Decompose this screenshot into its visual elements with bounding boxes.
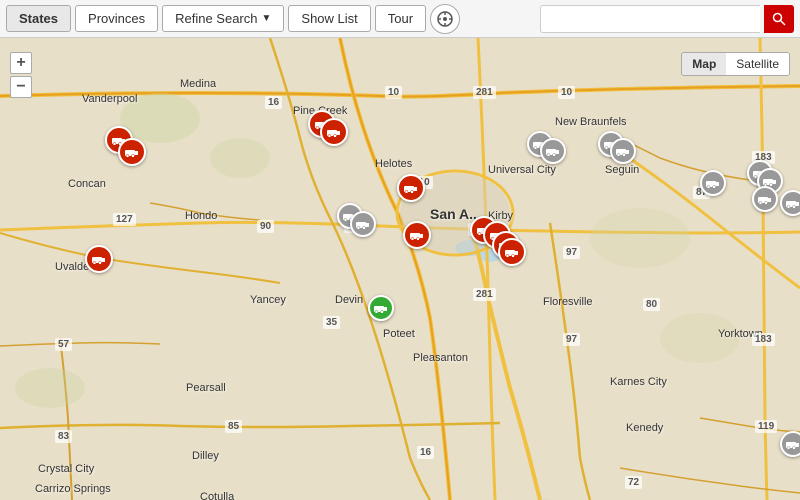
road-72: 72 [625,476,642,489]
refine-label: Refine Search [175,11,257,26]
road-97-n: 97 [563,246,580,259]
road-127: 127 [113,213,136,226]
marker-icon-rv-gray [780,190,800,216]
marker-rv-11[interactable] [498,238,526,266]
map-type-control: Map Satellite [681,52,790,76]
marker-icon-rv-green [368,295,394,321]
marker-icon-rv-gray [780,431,800,457]
road-16-s: 16 [417,446,434,459]
marker-rv-gray-2[interactable] [350,211,376,237]
map-container[interactable]: + − Map Satellite Vanderpool Concan Uval… [0,38,800,500]
marker-icon-rv-gray [752,186,778,212]
marker-icon-rv [85,245,113,273]
marker-rv-gray-6[interactable] [610,138,636,164]
search-submit-button[interactable] [764,5,794,33]
marker-rv-gray-13[interactable] [780,431,800,457]
marker-rv-3[interactable] [85,245,113,273]
compass-icon[interactable] [430,4,460,34]
zoom-controls: + − [10,52,32,100]
road-80: 80 [643,298,660,311]
marker-rv-gray-10[interactable] [752,186,778,212]
marker-rv-2[interactable] [118,138,146,166]
marker-icon-rv [397,174,425,202]
road-83: 83 [55,430,72,443]
marker-rv-5[interactable] [320,118,348,146]
zoom-in-button[interactable]: + [10,52,32,74]
map-view-button[interactable]: Map [682,53,726,75]
marker-rv-6[interactable] [397,174,425,202]
marker-rv-green[interactable] [368,295,394,321]
road-85: 85 [225,420,242,433]
road-35-s: 35 [323,316,340,329]
road-119: 119 [755,420,777,433]
search-input[interactable] [540,5,760,33]
road-281-n: 281 [473,86,496,99]
marker-icon-rv-gray [700,170,726,196]
marker-icon-rv-gray [610,138,636,164]
marker-rv-gray-11[interactable] [780,190,800,216]
road-16: 16 [265,96,282,109]
toolbar: States Provinces Refine Search ▼ Show Li… [0,0,800,38]
show-list-button[interactable]: Show List [288,5,370,32]
marker-icon-rv [118,138,146,166]
states-button[interactable]: States [6,5,71,32]
zoom-out-button[interactable]: − [10,76,32,98]
marker-rv-7[interactable] [403,221,431,249]
road-90-w: 90 [257,220,274,233]
marker-rv-gray-4[interactable] [540,138,566,164]
road-281-s: 281 [473,288,496,301]
road-183-s: 183 [752,333,775,346]
road-57: 57 [55,338,72,351]
marker-rv-gray-7[interactable] [700,170,726,196]
marker-icon-rv-gray [540,138,566,164]
provinces-button[interactable]: Provinces [75,5,158,32]
tour-button[interactable]: Tour [375,5,426,32]
refine-search-button[interactable]: Refine Search ▼ [162,5,284,32]
marker-icon-rv [403,221,431,249]
road-10-w: 10 [385,86,402,99]
road-10-e: 10 [558,86,575,99]
marker-icon-rv-gray [350,211,376,237]
satellite-view-button[interactable]: Satellite [726,53,789,75]
road-97-s: 97 [563,333,580,346]
marker-icon-rv [320,118,348,146]
chevron-down-icon: ▼ [262,13,272,24]
marker-icon-rv [498,238,526,266]
